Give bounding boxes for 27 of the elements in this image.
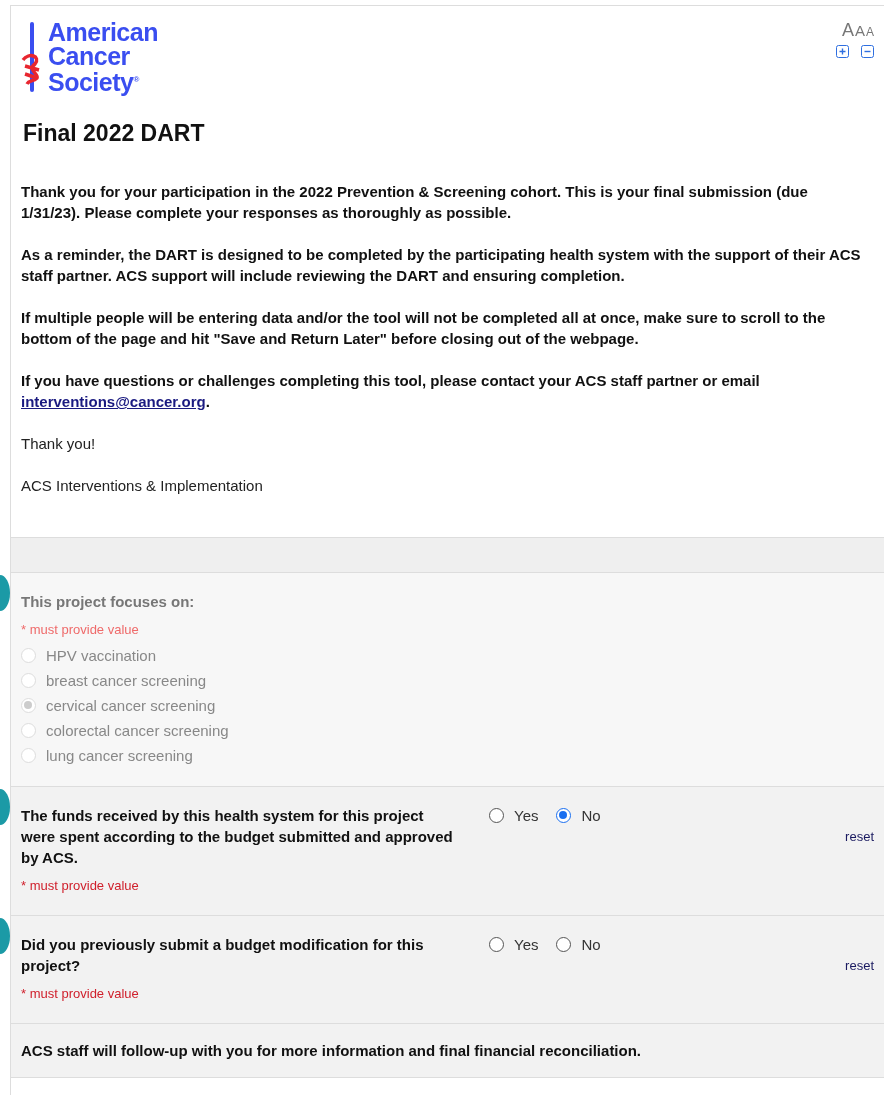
reset-link[interactable]: reset — [845, 958, 874, 974]
font-size-letter: A — [841, 20, 854, 41]
font-size-letter: A — [854, 22, 865, 39]
question-label: Did you previously submit a budget modification for this project? — [21, 935, 425, 977]
email-link[interactable]: interventions@cancer.org — [21, 393, 206, 411]
font-size-letter: A — [866, 25, 874, 39]
required-note: * must provide value — [21, 622, 140, 638]
intro-paragraph: Thank you! — [21, 434, 97, 455]
logo-text: Society$^{®}$ — [48, 68, 139, 95]
form-title: Final 2022 DART — [23, 120, 206, 148]
reset-link[interactable]: reset — [845, 829, 874, 845]
intro-paragraph: As a reminder, the DART is designed to be completed by the participating health system with the support of their ACS staff partner. ACS support will include reviewing the DART and ensuring completion. — [21, 245, 862, 287]
radio-option[interactable]: Yes — [489, 936, 539, 954]
footer-note: ACS staff will follow-up with you for more information and final financial reconciliation. — [21, 1041, 643, 1062]
logo-text: Cancer — [48, 44, 130, 68]
intro-paragraph: Thank you for your participation in the 2022 Prevention & Screening cohort. This is your final submission (due 1/31/23). Please complete your responses as thoroughly as possible. — [21, 182, 809, 224]
radio-option[interactable]: No — [556, 936, 601, 954]
intro-paragraph: If you have questions or challenges completing this tool, please contact your ACS staff partner or email interventions@cancer.org. — [21, 371, 761, 413]
radio-option[interactable]: No — [556, 807, 601, 825]
intro-paragraph: ACS Interventions & Implementation — [21, 476, 264, 497]
radio-option[interactable]: Yes — [489, 807, 539, 825]
logo-text: American — [48, 20, 158, 44]
intro-paragraph: If multiple people will be entering data and/or the tool will not be completed all at once, make sure to scroll to the bottom of the page and hit "Save and Return Later" before closing out of the webpage. — [21, 308, 827, 350]
required-note: * must provide value — [21, 878, 140, 894]
question-label: This project focuses on: — [21, 592, 196, 613]
required-note: * must provide value — [21, 986, 140, 1002]
question-label: The funds received by this health system for this project were spent according to the budget submitted and approved by ACS. — [21, 806, 454, 869]
